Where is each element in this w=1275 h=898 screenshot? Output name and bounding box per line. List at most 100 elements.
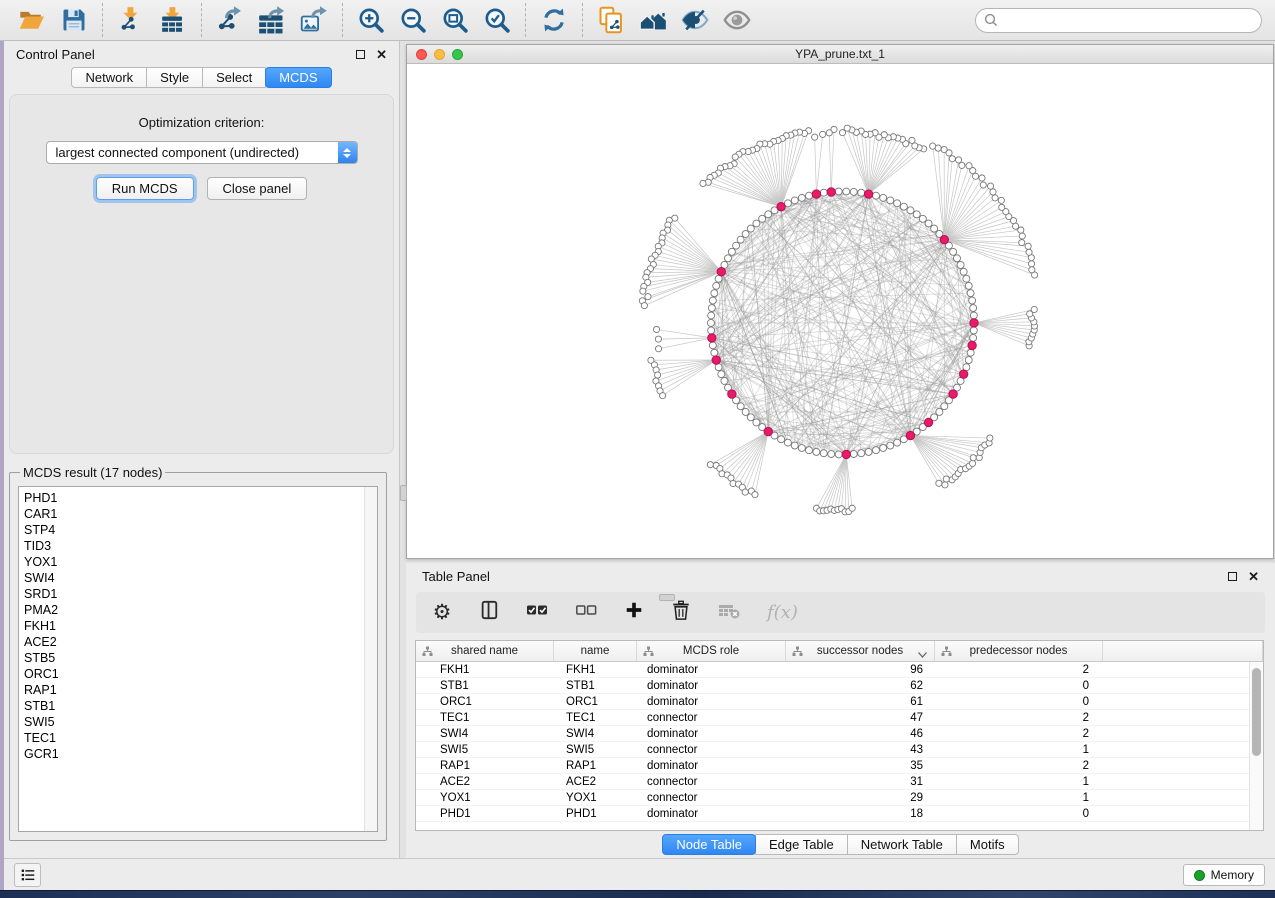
table-cell-filler xyxy=(1103,742,1263,757)
result-item[interactable]: RAP1 xyxy=(24,682,361,698)
open-session-button[interactable] xyxy=(15,4,49,36)
result-item[interactable]: SWI4 xyxy=(24,570,361,586)
first-neighbors-button[interactable] xyxy=(636,4,670,36)
result-scrollbar[interactable] xyxy=(364,487,377,831)
tab-style[interactable]: Style xyxy=(146,67,203,88)
result-item[interactable]: ORC1 xyxy=(24,666,361,682)
result-item[interactable]: SRD1 xyxy=(24,586,361,602)
table-row[interactable]: PHD1PHD1dominator180 xyxy=(416,806,1263,822)
table-cell-filler xyxy=(1103,678,1263,693)
close-table-panel-icon[interactable]: ✕ xyxy=(1248,570,1259,583)
result-item[interactable]: PHD1 xyxy=(24,490,361,506)
minimize-window-light[interactable] xyxy=(434,49,445,60)
search-box[interactable] xyxy=(975,8,1262,33)
apply-layout-button[interactable] xyxy=(537,4,571,36)
close-panel-button[interactable]: Close panel xyxy=(207,177,308,200)
export-image-button[interactable] xyxy=(297,4,331,36)
zoom-selected-button[interactable] xyxy=(480,4,514,36)
zoom-out-button[interactable] xyxy=(396,4,430,36)
mcds-result-list[interactable]: PHD1CAR1STP4TID3YOX1SWI4SRD1PMA2FKH1ACE2… xyxy=(18,486,378,832)
column-header-filler xyxy=(1103,641,1263,661)
settings-button[interactable]: ⚙︎ xyxy=(432,602,452,624)
search-input[interactable] xyxy=(1003,13,1253,27)
table-row[interactable]: SWI4SWI4dominator462 xyxy=(416,726,1263,742)
table-cell-filler xyxy=(1103,662,1263,677)
result-item[interactable]: GCR1 xyxy=(24,746,361,762)
zoom-fit-button[interactable] xyxy=(438,4,472,36)
result-item[interactable]: TID3 xyxy=(24,538,361,554)
table-cell: ACE2 xyxy=(416,774,554,789)
divider-handle-horizontal[interactable] xyxy=(659,594,675,601)
show-all-button[interactable] xyxy=(720,4,754,36)
tab-network-table[interactable]: Network Table xyxy=(847,834,957,855)
tab-motifs[interactable]: Motifs xyxy=(956,834,1019,855)
result-item[interactable]: ACE2 xyxy=(24,634,361,650)
result-item[interactable]: TEC1 xyxy=(24,730,361,746)
memory-button[interactable]: Memory xyxy=(1183,864,1265,886)
network-graph[interactable] xyxy=(407,64,1273,558)
table-row[interactable]: TEC1TEC1connector472 xyxy=(416,710,1263,726)
column-header-predecessor-nodes[interactable]: predecessor nodes xyxy=(935,641,1103,661)
table-cell: 43 xyxy=(786,742,935,757)
add-column-button[interactable] xyxy=(624,599,644,626)
network-from-selection-button[interactable] xyxy=(594,4,628,36)
table-row[interactable]: FKH1FKH1dominator962 xyxy=(416,662,1263,678)
result-item[interactable]: FKH1 xyxy=(24,618,361,634)
float-panel-icon[interactable] xyxy=(356,50,365,59)
show-columns-button[interactable] xyxy=(479,599,499,626)
float-table-panel-icon[interactable] xyxy=(1228,572,1237,581)
export-table-button[interactable] xyxy=(255,4,289,36)
table-row[interactable]: YOX1YOX1connector291 xyxy=(416,790,1263,806)
run-mcds-button[interactable]: Run MCDS xyxy=(96,177,194,200)
close-window-light[interactable] xyxy=(416,49,427,60)
table-cell: connector xyxy=(637,774,786,789)
divider-handle-vertical[interactable] xyxy=(400,485,407,501)
search-icon xyxy=(984,13,998,27)
import-network-button[interactable] xyxy=(114,4,148,36)
clear-all-checks-button[interactable] xyxy=(575,599,597,626)
result-item[interactable]: PMA2 xyxy=(24,602,361,618)
save-session-button[interactable] xyxy=(57,4,91,36)
open-session-icon xyxy=(18,6,46,34)
network-canvas[interactable] xyxy=(407,64,1273,558)
tab-select[interactable]: Select xyxy=(202,67,266,88)
close-panel-icon[interactable]: ✕ xyxy=(376,48,387,61)
tab-network[interactable]: Network xyxy=(71,67,147,88)
zoom-window-light[interactable] xyxy=(452,49,463,60)
column-header-successor-nodes[interactable]: successor nodes xyxy=(786,641,935,661)
hide-selected-button[interactable] xyxy=(678,4,712,36)
table-cell: connector xyxy=(637,790,786,805)
result-item[interactable]: STB5 xyxy=(24,650,361,666)
export-network-button[interactable] xyxy=(213,4,247,36)
delete-table-button[interactable] xyxy=(718,599,740,626)
table-scrollbar-thumb[interactable] xyxy=(1252,668,1261,756)
select-all-checks-button[interactable] xyxy=(526,599,548,626)
show-all-icon xyxy=(723,6,751,34)
result-item[interactable]: CAR1 xyxy=(24,506,361,522)
import-table-button[interactable] xyxy=(156,4,190,36)
sort-desc-icon[interactable] xyxy=(918,649,927,661)
criterion-dropdown[interactable]: largest connected component (undirected) xyxy=(46,141,358,164)
result-item[interactable]: STB1 xyxy=(24,698,361,714)
panel-toggle-button[interactable] xyxy=(14,863,41,887)
tab-edge-table[interactable]: Edge Table xyxy=(755,834,848,855)
table-row[interactable]: ACE2ACE2connector311 xyxy=(416,774,1263,790)
tab-node-table[interactable]: Node Table xyxy=(662,834,756,855)
table-row[interactable]: RAP1RAP1dominator352 xyxy=(416,758,1263,774)
table-row[interactable]: STB1STB1dominator620 xyxy=(416,678,1263,694)
table-row[interactable]: ORC1ORC1dominator610 xyxy=(416,694,1263,710)
tab-mcds[interactable]: MCDS xyxy=(265,67,331,88)
column-header-mcds-role[interactable]: MCDS role xyxy=(637,641,786,661)
dropdown-stepper-icon[interactable] xyxy=(338,142,357,163)
zoom-in-button[interactable] xyxy=(354,4,388,36)
column-header-name[interactable]: name xyxy=(554,641,637,661)
table-row[interactable]: SWI5SWI5connector431 xyxy=(416,742,1263,758)
result-item[interactable]: YOX1 xyxy=(24,554,361,570)
table-scrollbar[interactable] xyxy=(1249,662,1263,830)
network-window-titlebar[interactable]: YPA_prune.txt_1 xyxy=(407,45,1273,64)
function-builder-button[interactable]: f(x) xyxy=(767,602,798,623)
result-item[interactable]: SWI5 xyxy=(24,714,361,730)
delete-columns-button[interactable] xyxy=(671,599,691,626)
result-item[interactable]: STP4 xyxy=(24,522,361,538)
column-header-shared-name[interactable]: shared name xyxy=(416,641,554,661)
